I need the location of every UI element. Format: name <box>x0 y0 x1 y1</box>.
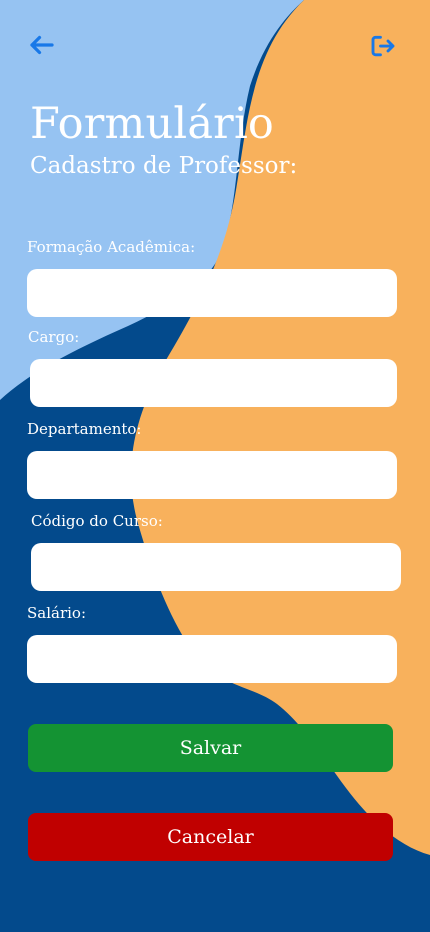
log-out-icon <box>371 35 395 57</box>
salary-input[interactable] <box>27 635 397 683</box>
course-code-label: Código do Curso: <box>31 512 163 530</box>
position-input[interactable] <box>30 359 397 407</box>
form-screen: Formulário Cadastro de Professor: Formaç… <box>0 0 430 932</box>
academic-background-input[interactable] <box>27 269 397 317</box>
logout-button[interactable] <box>366 29 400 63</box>
academic-background-label: Formação Acadêmica: <box>27 238 196 256</box>
back-button[interactable] <box>25 28 59 62</box>
save-button[interactable]: Salvar <box>28 724 393 772</box>
department-input[interactable] <box>27 451 397 499</box>
cancel-button[interactable]: Cancelar <box>28 813 393 861</box>
page-subtitle: Cadastro de Professor: <box>30 153 298 179</box>
salary-label: Salário: <box>27 604 87 622</box>
page-title: Formulário <box>30 99 274 149</box>
position-label: Cargo: <box>28 328 80 346</box>
department-label: Departamento: <box>27 420 142 438</box>
course-code-input[interactable] <box>31 543 401 591</box>
arrow-left-icon <box>30 35 54 55</box>
